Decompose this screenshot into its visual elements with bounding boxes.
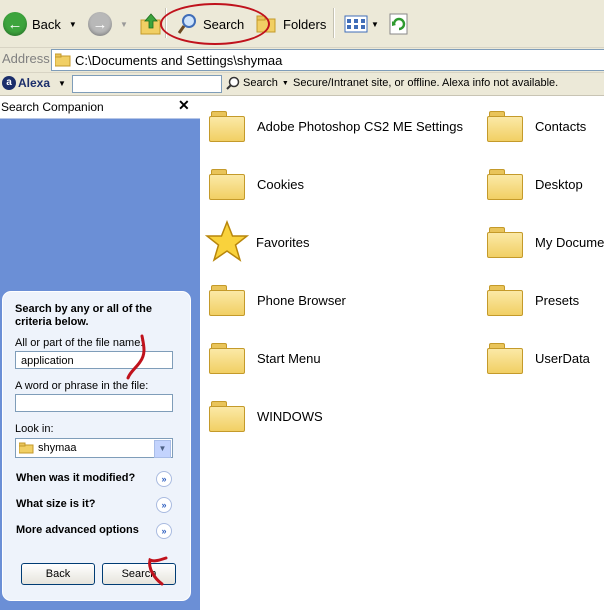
views-dropdown-icon[interactable]: ▼ — [371, 20, 379, 29]
back-dropdown-icon[interactable]: ▼ — [69, 20, 77, 29]
folder-icon — [209, 401, 245, 432]
forward-button[interactable]: → ▼ — [88, 8, 128, 40]
folder-item-label: Phone Browser — [257, 292, 346, 308]
folder-icon — [487, 343, 523, 374]
alexa-logo-icon: a — [2, 76, 16, 90]
folder-item-label: Desktop — [535, 176, 583, 192]
folder-icon — [19, 442, 34, 454]
chevron-down-icon[interactable]: » — [156, 523, 172, 539]
toolbar: ← Back ▼ → ▼ Search Folders ▼ — [0, 0, 604, 48]
folder-item[interactable]: Desktop — [487, 169, 583, 200]
close-pane-icon[interactable]: ✕ — [178, 97, 190, 114]
folder-item[interactable]: Cookies — [209, 169, 304, 200]
size-expander[interactable]: What size is it? — [16, 498, 95, 510]
address-bar: Address C:\Documents and Settings\shymaa — [0, 48, 604, 73]
folder-icon — [209, 111, 245, 142]
alexa-search-button[interactable]: Search ▼ — [226, 76, 289, 90]
annotation-arrow-mark — [126, 334, 146, 380]
folder-icon — [487, 285, 523, 316]
alexa-brand: Alexa — [18, 76, 51, 90]
folder-item-label: Adobe Photoshop CS2 ME Settings — [257, 118, 463, 134]
address-label: Address — [2, 51, 50, 66]
folder-item-label: Presets — [535, 292, 580, 308]
search-companion-title: Search Companion — [1, 100, 104, 114]
forward-arrow-icon: → — [88, 12, 112, 36]
folder-view: Adobe Photoshop CS2 ME Settings Contacts… — [200, 96, 604, 610]
folder-item[interactable]: Adobe Photoshop CS2 ME Settings — [209, 111, 463, 142]
folder-item[interactable]: Phone Browser — [209, 285, 346, 316]
lookin-dropdown-icon[interactable]: ▼ — [154, 440, 171, 458]
folder-item[interactable]: Contacts — [487, 111, 587, 142]
back-arrow-icon: ← — [3, 12, 27, 36]
modified-expander[interactable]: When was it modified? — [16, 472, 135, 484]
folder-item-label: Contacts — [535, 118, 587, 134]
toolbar-separator — [333, 8, 335, 38]
address-path: C:\Documents and Settings\shymaa — [75, 52, 283, 68]
search-magnifier-icon — [226, 76, 240, 90]
alexa-toolbar: a Alexa ▼ Search ▼ Secure/Intranet site,… — [0, 73, 604, 96]
search-companion-header: Search Companion ✕ — [0, 96, 200, 119]
alexa-search-label: Search — [243, 77, 278, 89]
folder-icon — [209, 285, 245, 316]
back-button[interactable]: Back — [21, 563, 95, 585]
star-icon — [205, 220, 249, 262]
folder-item[interactable]: WINDOWS — [209, 401, 323, 432]
folders-label: Folders — [283, 16, 327, 32]
folder-item-label: UserData — [535, 350, 590, 366]
chevron-down-icon[interactable]: » — [156, 497, 172, 513]
up-folder-icon — [140, 13, 161, 35]
folder-icon — [487, 111, 523, 142]
folder-item-label: My Documents — [535, 234, 604, 250]
folder-icon — [55, 53, 71, 67]
annotation-arrow-mark — [148, 556, 168, 586]
forward-dropdown-icon[interactable]: ▼ — [120, 20, 128, 29]
advanced-options-expander[interactable]: More advanced options — [16, 524, 139, 536]
search-companion-pane: Search Companion ✕ Search by any or all … — [0, 96, 200, 610]
phrase-input[interactable] — [15, 394, 173, 412]
alexa-search-input[interactable] — [72, 75, 222, 93]
folder-icon — [209, 169, 245, 200]
alexa-dropdown-icon: ▼ — [58, 78, 66, 88]
refresh-icon — [389, 13, 408, 35]
alexa-menu-button[interactable]: a Alexa ▼ — [2, 76, 66, 90]
folder-item-label: Favorites — [256, 234, 310, 250]
address-field[interactable]: C:\Documents and Settings\shymaa — [51, 49, 604, 71]
folder-icon — [209, 343, 245, 374]
annotation-circle — [160, 3, 270, 45]
folder-item[interactable]: UserData — [487, 343, 590, 374]
lookin-label: Look in: — [15, 423, 54, 435]
folder-item[interactable]: Start Menu — [209, 343, 321, 374]
back-label: Back — [32, 16, 61, 32]
folder-item[interactable]: Presets — [487, 285, 580, 316]
chevron-down-icon[interactable]: » — [156, 471, 172, 487]
folder-item[interactable]: My Documents — [487, 227, 604, 258]
folder-item-label: Cookies — [257, 176, 304, 192]
back-button[interactable]: ← Back ▼ — [3, 8, 77, 40]
views-grid-icon — [344, 15, 368, 33]
refresh-button[interactable] — [389, 8, 409, 40]
folder-item-label: Start Menu — [257, 350, 321, 366]
folder-item-label: WINDOWS — [257, 408, 323, 424]
folder-item[interactable]: Favorites — [205, 220, 309, 264]
views-button[interactable]: ▼ — [344, 8, 379, 40]
search-criteria-heading: Search by any or all of the criteria bel… — [15, 303, 152, 328]
alexa-search-dropdown-icon: ▼ — [281, 79, 289, 87]
folder-icon — [487, 169, 523, 200]
up-folder-button[interactable] — [140, 8, 162, 40]
lookin-select[interactable]: shymaa ▼ — [15, 438, 173, 458]
lookin-value: shymaa — [38, 442, 77, 454]
alexa-status-text: Secure/Intranet site, or offline. Alexa … — [293, 77, 559, 89]
folder-icon — [487, 227, 523, 258]
